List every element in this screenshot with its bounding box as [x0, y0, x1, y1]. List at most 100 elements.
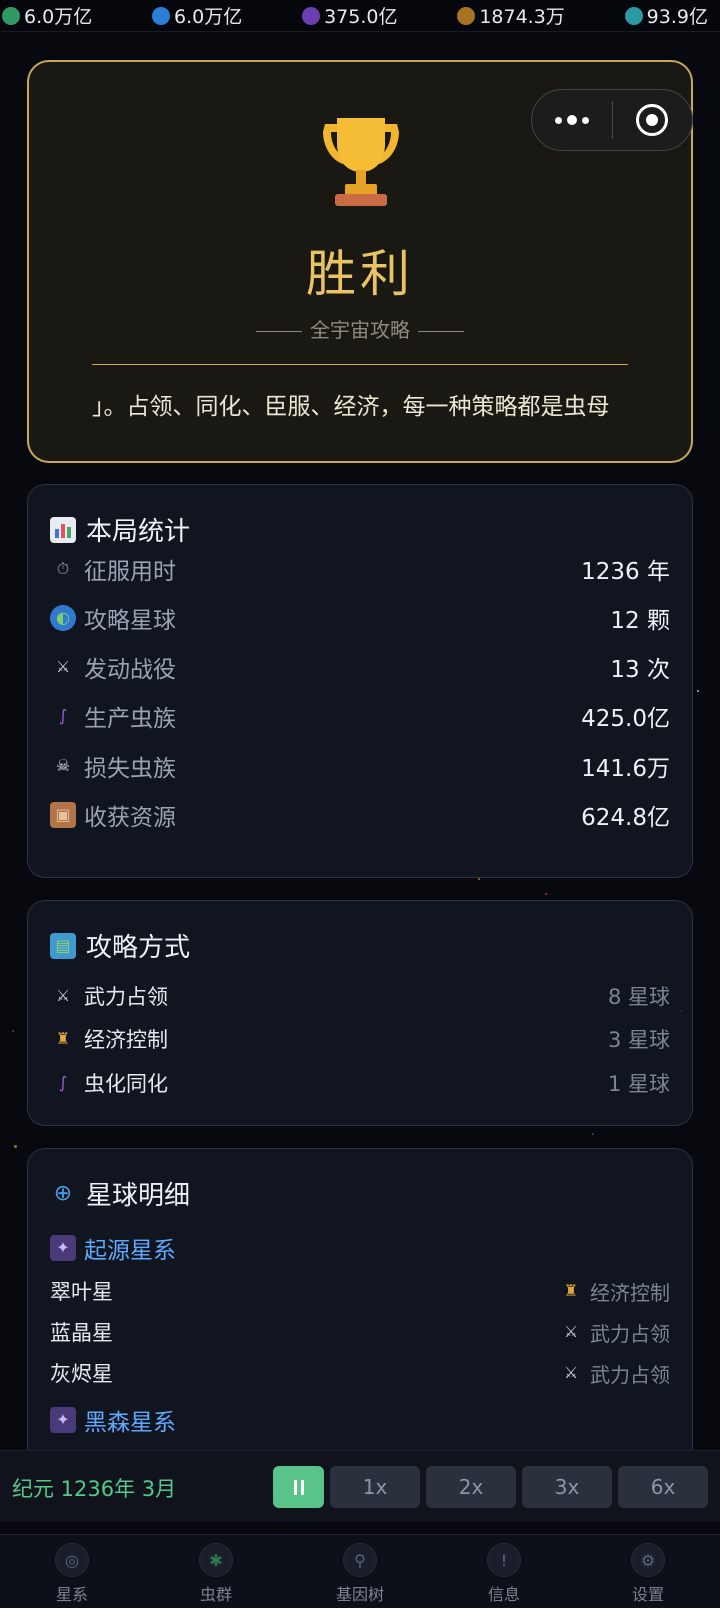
mode-label: 虫化同化	[84, 1072, 168, 1096]
nav-label: 设置	[631, 1585, 664, 1604]
planet-name: 灰烬星	[50, 1362, 113, 1386]
victory-description: 」。占领、同化、臣服、经济，每一种策略都是虫母	[92, 394, 610, 420]
speed-6x-button[interactable]: 6x	[618, 1466, 708, 1508]
modes-title-text: 攻略方式	[86, 933, 191, 963]
resource-item: 375.0亿	[302, 2, 398, 29]
mode-value: 3 星球	[607, 1028, 670, 1052]
stat-row: ⚔ 发动战役 13 次	[50, 650, 670, 684]
money-bag-icon: ♜	[55, 1029, 71, 1048]
stat-row: ☠ 损失虫族 141.6万	[50, 749, 670, 783]
planet-mode: 武力占领	[590, 1362, 670, 1387]
nav-item-gene-tree[interactable]: ⚲ 基因树	[288, 1535, 432, 1608]
victory-subtitle-wrap: 全宇宙攻略	[29, 314, 691, 343]
gene-tree-icon: ⚲	[343, 1543, 377, 1577]
resource-value: 375.0亿	[324, 6, 398, 28]
modes-title: ▤ 攻略方式	[50, 927, 190, 964]
resource-item: 1874.3万	[457, 2, 565, 29]
bottom-nav: ◎ 星系 ✱ 虫群 ⚲ 基因树 ! 信息 ⚙ 设置	[0, 1534, 720, 1608]
speed-3x-button[interactable]: 3x	[522, 1466, 612, 1508]
divider	[92, 364, 628, 365]
blue-crystal-icon	[152, 6, 171, 25]
stat-value: 12 颗	[610, 608, 670, 634]
stat-label: 生产虫族	[84, 706, 176, 732]
target-icon	[636, 104, 669, 136]
resource-value: 6.0万亿	[24, 6, 93, 28]
stat-label: 攻略星球	[84, 608, 176, 634]
victory-title: 胜利	[306, 245, 414, 303]
galaxy-icon: ◎	[55, 1543, 89, 1577]
mode-row: ♜ 经济控制 3 星球	[50, 1022, 670, 1056]
crossed-swords-icon: ⚔	[55, 657, 71, 676]
settings-gear-icon: ⚙	[631, 1543, 665, 1577]
milky-way-icon: ✦	[50, 1235, 76, 1261]
milky-way-icon: ✦	[50, 1407, 76, 1433]
more-options-button[interactable]	[532, 115, 612, 125]
planet-name: 翠叶星	[50, 1280, 113, 1304]
world-map-icon: ▤	[50, 932, 76, 959]
crossed-swords-icon: ⚔	[55, 986, 71, 1005]
planets-title-text: 星球明细	[86, 1181, 191, 1211]
stats-title-text: 本局统计	[86, 517, 191, 547]
resource-item: 6.0万亿	[2, 2, 92, 29]
worm-icon: ∫	[58, 706, 68, 725]
stat-value: 13 次	[610, 657, 670, 683]
stats-panel: 本局统计 ⏱ 征服用时 1236 年 ◐ 攻略星球 12 颗 ⚔ 发动战役 13 次 …	[27, 484, 693, 878]
stat-label: 损失虫族	[84, 756, 176, 782]
green-gem-icon	[2, 6, 20, 25]
nav-item-galaxy[interactable]: ◎ 星系	[0, 1535, 144, 1608]
speed-1x-button[interactable]: 1x	[330, 1466, 420, 1508]
system-title[interactable]: ✦ 黑森星系	[50, 1403, 176, 1437]
stat-row: ⏱ 征服用时 1236 年	[50, 552, 670, 586]
resource-item: 93.9亿	[624, 2, 708, 29]
mode-label: 武力占领	[84, 985, 168, 1009]
swarm-icon: ✱	[199, 1543, 233, 1577]
money-bag-icon: ♜	[563, 1281, 579, 1300]
planets-panel: ⊕ 星球明细 ✦ 起源星系 翠叶星 ♜ 经济控制 蓝晶星 ⚔ 武力占领 灰烬星 ⚔ 武…	[27, 1148, 693, 1468]
victory-subtitle: 全宇宙攻略	[310, 318, 410, 342]
close-miniprogram-button[interactable]	[613, 104, 693, 136]
speed-2x-button[interactable]: 2x	[426, 1466, 516, 1508]
planet-row[interactable]: 蓝晶星 ⚔ 武力占领	[50, 1316, 670, 1348]
crossed-swords-icon: ⚔	[563, 1322, 579, 1341]
stopwatch-icon: ⏱	[56, 559, 70, 578]
system-title[interactable]: ✦ 起源星系	[50, 1231, 176, 1265]
skull-icon: ☠	[55, 756, 71, 775]
mode-value: 8 星球	[607, 985, 670, 1009]
worm-icon: ∫	[58, 1073, 68, 1092]
stat-value: 141.6万	[581, 756, 670, 782]
resource-value: 1874.3万	[479, 6, 565, 28]
nav-label: 信息	[487, 1585, 520, 1604]
stat-label: 征服用时	[84, 559, 176, 585]
stat-value: 624.8亿	[581, 805, 670, 831]
crossed-swords-icon: ⚔	[563, 1363, 579, 1382]
planet-mode: 武力占领	[590, 1321, 670, 1346]
time-control-bar: 纪元 1236年 3月 1x 2x 3x 6x	[0, 1450, 720, 1522]
globe-meridians-icon: ⊕	[53, 1180, 73, 1206]
mode-value: 1 星球	[607, 1072, 670, 1096]
nav-label: 基因树	[335, 1585, 384, 1604]
planets-title: ⊕ 星球明细	[50, 1175, 190, 1212]
stat-row: ◐ 攻略星球 12 颗	[50, 601, 670, 635]
planet-mode: 经济控制	[590, 1280, 670, 1305]
stat-value: 425.0亿	[581, 706, 670, 732]
system-name: 起源星系	[84, 1238, 176, 1264]
nav-item-swarm[interactable]: ✱ 虫群	[144, 1535, 288, 1608]
stat-label: 收获资源	[84, 805, 176, 831]
pause-button[interactable]	[273, 1466, 324, 1508]
resource-bar: 6.0万亿 6.0万亿 375.0亿 1874.3万 93.9亿	[0, 0, 720, 32]
bar-chart-icon	[50, 516, 76, 543]
stat-label: 发动战役	[84, 657, 176, 683]
resource-value: 93.9亿	[646, 6, 708, 28]
nav-item-settings[interactable]: ⚙ 设置	[576, 1535, 720, 1608]
info-icon: !	[487, 1543, 521, 1577]
mini-program-capsule	[531, 89, 693, 151]
planet-row[interactable]: 灰烬星 ⚔ 武力占领	[50, 1357, 670, 1389]
cyan-gear-icon	[624, 6, 643, 25]
nav-item-info[interactable]: ! 信息	[432, 1535, 576, 1608]
planet-row[interactable]: 翠叶星 ♜ 经济控制	[50, 1275, 670, 1307]
nav-label: 星系	[55, 1585, 88, 1604]
trophy-icon	[323, 118, 399, 206]
planet-name: 蓝晶星	[50, 1321, 113, 1345]
victory-card: 胜利 全宇宙攻略 」。占领、同化、臣服、经济，每一种策略都是虫母	[27, 60, 693, 463]
purple-orb-icon	[302, 6, 321, 25]
